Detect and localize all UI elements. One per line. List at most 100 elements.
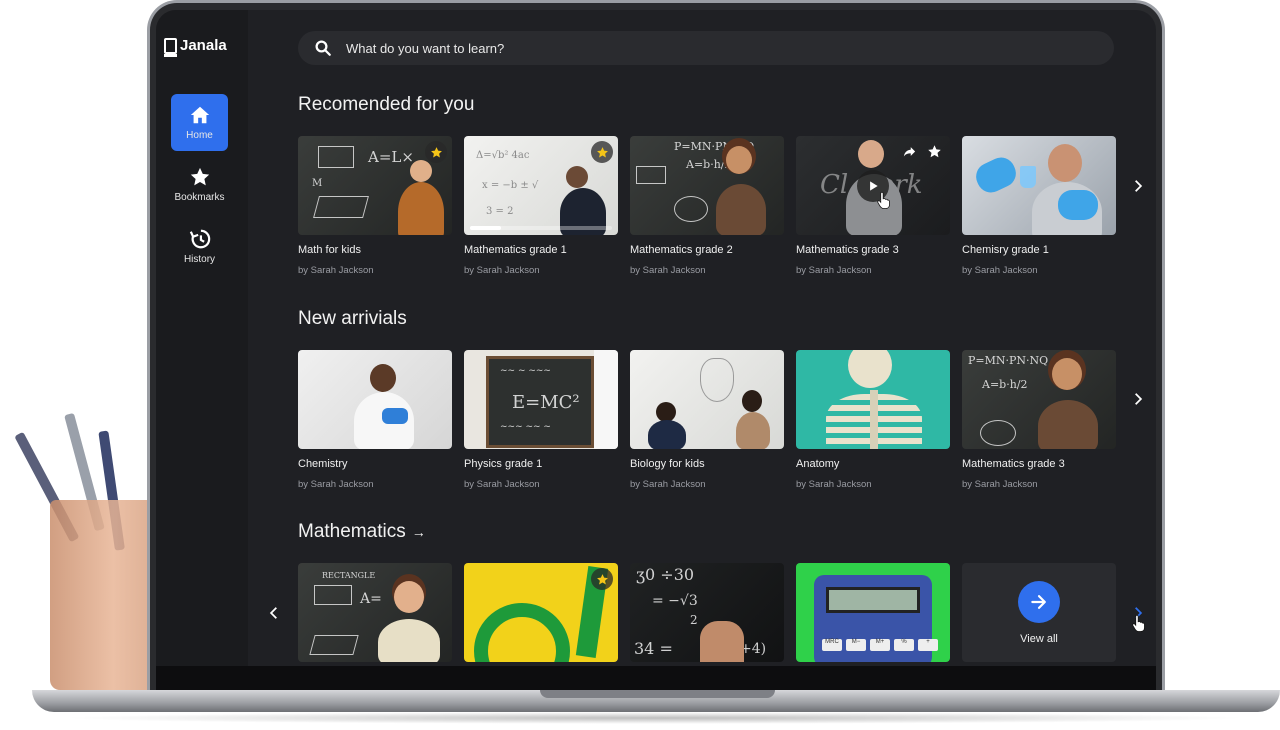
course-title: Chemisry grade 1 (962, 244, 1049, 256)
course-thumbnail: A=L× M (298, 136, 452, 235)
mathematics-row: RECTANGLE A= ʒ0 ÷30 = −√3 2 34 = +4) MRC… (298, 563, 1116, 662)
course-thumbnail (630, 350, 784, 449)
course-thumbnail: P=MN·PN·NQ A=b·h/2 (962, 350, 1116, 449)
course-thumbnail: P=MN·PN·NQ A=b·h/2 (630, 136, 784, 235)
logo-icon (164, 37, 177, 57)
course-card[interactable]: RECTANGLE A= (298, 563, 452, 662)
course-author: by Sarah Jackson (630, 479, 706, 490)
chevron-right-icon (1135, 180, 1143, 192)
sidebar-item-label: Bookmarks (174, 192, 225, 203)
new-arrivals-row: Chemistry by Sarah Jackson E=MC² ~~ ~ ~~… (298, 350, 1116, 490)
course-card[interactable]: Δ=√b² 4ac x = −b ± √ 3 = 2 Mathematics g… (464, 136, 618, 276)
chevron-left-icon (269, 607, 277, 619)
course-card[interactable]: E=MC² ~~ ~ ~~~ ~~~ ~~ ~ Physics grade 1 … (464, 350, 618, 490)
search-icon (315, 40, 331, 56)
course-author: by Sarah Jackson (464, 479, 540, 490)
course-thumbnail: ʒ0 ÷30 = −√3 2 34 = +4) (630, 563, 784, 662)
course-title: Mathematics grade 2 (630, 244, 733, 256)
laptop-shadow (60, 712, 1250, 724)
share-icon[interactable] (902, 144, 917, 159)
sidebar-item-bookmarks[interactable]: Bookmarks (171, 156, 228, 213)
course-card[interactable]: Chemisry grade 1 by Sarah Jackson (962, 136, 1116, 276)
course-title: Mathematics grade 1 (464, 244, 567, 256)
star-icon (596, 573, 608, 584)
course-card[interactable]: ʒ0 ÷30 = −√3 2 34 = +4) (630, 563, 784, 662)
section-title-mathematics[interactable]: Mathematics → (298, 521, 426, 543)
course-title: Physics grade 1 (464, 458, 543, 470)
course-title: Biology for kids (630, 458, 705, 470)
view-all-button[interactable]: View all (962, 563, 1116, 662)
course-thumbnail (796, 350, 950, 449)
star-icon (430, 146, 442, 157)
course-thumbnail: RECTANGLE A= (298, 563, 452, 662)
sidebar-item-home[interactable]: Home (171, 94, 228, 151)
app-screen: Janala Home Bookmarks History Recomended… (156, 10, 1156, 666)
star-icon[interactable] (927, 144, 942, 159)
card-hover-actions (902, 144, 942, 159)
arrow-right-icon: → (411, 524, 426, 540)
laptop-bezel (156, 666, 1156, 692)
course-title: Mathematics grade 3 (962, 458, 1065, 470)
course-thumbnail: Δ=√b² 4ac x = −b ± √ 3 = 2 (464, 136, 618, 235)
view-all-circle (1018, 580, 1060, 623)
progress-bar (470, 226, 612, 230)
course-thumbnail (962, 136, 1116, 235)
search-bar[interactable] (298, 31, 1114, 65)
course-card[interactable]: MRC M− M+ % + (796, 563, 950, 662)
course-card[interactable]: Cl work Mathematics grade 3 by Sarah Jac… (796, 136, 950, 276)
course-author: by Sarah Jackson (962, 265, 1038, 276)
scene: Janala Home Bookmarks History Recomended… (0, 0, 1280, 730)
course-card[interactable]: Biology for kids by Sarah Jackson (630, 350, 784, 490)
home-icon (190, 106, 209, 124)
course-author: by Sarah Jackson (298, 479, 374, 490)
search-input[interactable] (346, 40, 1046, 56)
course-author: by Sarah Jackson (298, 265, 374, 276)
course-thumbnail (298, 350, 452, 449)
chevron-right-icon (1135, 393, 1143, 405)
course-author: by Sarah Jackson (464, 265, 540, 276)
next-arrow-button[interactable] (1128, 176, 1148, 196)
course-card[interactable]: P=MN·PN·NQ A=b·h/2 Mathematics grade 3 b… (962, 350, 1116, 490)
sidebar: Janala Home Bookmarks History (156, 10, 248, 666)
laptop-notch (540, 690, 775, 698)
course-author: by Sarah Jackson (796, 265, 872, 276)
view-all-label: View all (1020, 632, 1058, 645)
course-title: Math for kids (298, 244, 361, 256)
course-card[interactable]: Chemistry by Sarah Jackson (298, 350, 452, 490)
course-author: by Sarah Jackson (796, 479, 872, 490)
sidebar-item-label: History (183, 254, 216, 265)
star-icon (596, 146, 608, 157)
app-name: Janala (180, 37, 227, 54)
course-card[interactable]: A=L× M Math for kids by Sarah Jackson (298, 136, 452, 276)
next-arrow-button[interactable] (1128, 389, 1148, 409)
course-thumbnail: MRC M− M+ % + (796, 563, 950, 662)
progress-fill (470, 226, 502, 230)
course-title: Anatomy (796, 458, 840, 470)
sidebar-item-history[interactable]: History (171, 218, 228, 275)
course-card[interactable] (464, 563, 618, 662)
bookmark-badge[interactable] (425, 141, 447, 163)
app-logo[interactable]: Janala (164, 37, 227, 57)
hand-cursor-icon (1132, 614, 1145, 632)
course-author: by Sarah Jackson (630, 265, 706, 276)
history-icon (189, 229, 210, 249)
bookmark-badge[interactable] (591, 141, 613, 163)
course-card[interactable]: P=MN·PN·NQ A=b·h/2 Mathematics grade 2 b… (630, 136, 784, 276)
prev-arrow-button[interactable] (264, 603, 284, 623)
course-title: Chemistry (298, 458, 348, 470)
course-title: Mathematics grade 3 (796, 244, 899, 256)
course-thumbnail: Cl work (796, 136, 950, 235)
sidebar-item-label: Home (186, 130, 213, 141)
course-card[interactable]: Anatomy by Sarah Jackson (796, 350, 950, 490)
course-author: by Sarah Jackson (962, 479, 1038, 490)
bookmark-badge[interactable] (591, 568, 613, 590)
section-title-new-arrivals: New arrivials (298, 308, 407, 329)
recommended-row: A=L× M Math for kids by Sarah Jackson Δ=… (298, 136, 1116, 276)
hand-cursor-icon (877, 191, 890, 209)
course-thumbnail: E=MC² ~~ ~ ~~~ ~~~ ~~ ~ (464, 350, 618, 449)
star-icon (190, 167, 209, 186)
section-title-recommended: Recomended for you (298, 94, 475, 115)
course-thumbnail (464, 563, 618, 662)
section-title-label: Mathematics (298, 521, 406, 542)
arrow-right-icon (1031, 594, 1046, 609)
